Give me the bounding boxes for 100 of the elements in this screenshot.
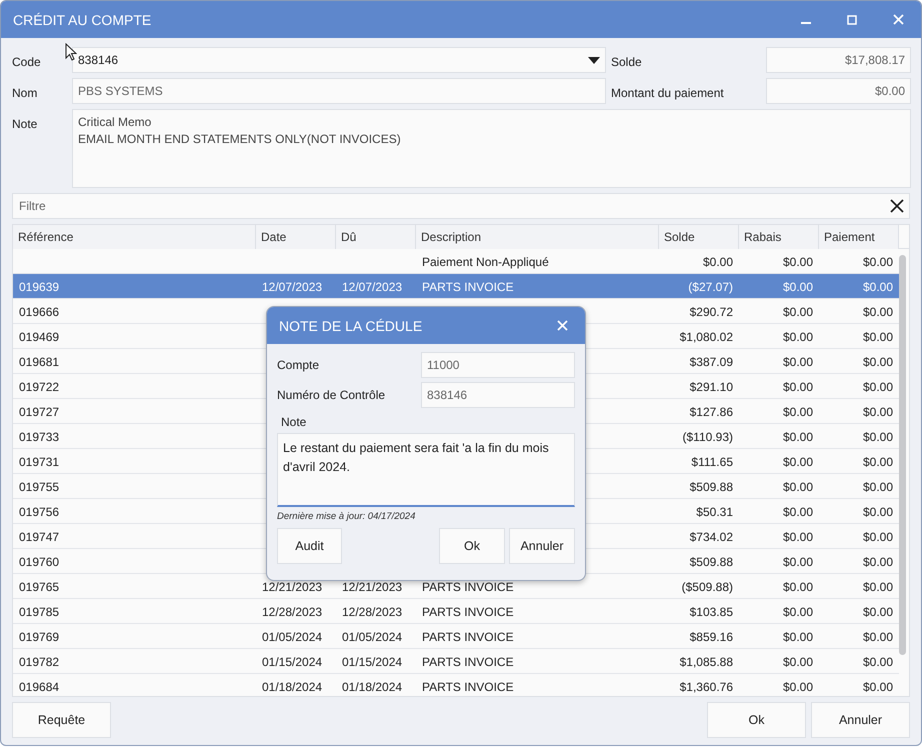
table-cell: PARTS INVOICE bbox=[422, 280, 514, 294]
table-cell: 01/18/2024 bbox=[342, 680, 402, 694]
table-row[interactable]: 019782 01/15/2024 01/15/2024 PARTS INVOICE $1,085.88 $0.00 $0.00 bbox=[13, 649, 899, 674]
window-title: CRÉDIT AU COMPTE bbox=[13, 12, 152, 28]
column-header[interactable]: Dû bbox=[336, 225, 416, 249]
table-cell: 01/18/2024 bbox=[262, 680, 322, 694]
code-dropdown[interactable]: 838146 bbox=[72, 47, 606, 73]
cancel-button[interactable]: Annuler bbox=[509, 528, 575, 564]
table-row[interactable]: 019785 12/28/2023 12/28/2023 PARTS INVOICE $103.85 $0.00 $0.00 bbox=[13, 599, 899, 624]
scrollbar[interactable] bbox=[899, 255, 906, 655]
table-cell: $0.00 bbox=[862, 255, 893, 269]
table-cell: $0.00 bbox=[862, 580, 893, 594]
table-cell: $387.09 bbox=[690, 355, 733, 369]
table-cell: $509.88 bbox=[690, 480, 733, 494]
table-cell: $859.16 bbox=[690, 630, 733, 644]
table-cell: 019731 bbox=[19, 455, 60, 469]
close-icon bbox=[892, 14, 904, 25]
amount-field: $0.00 bbox=[766, 78, 911, 104]
table-cell: $0.00 bbox=[862, 555, 893, 569]
table-cell: 019684 bbox=[19, 680, 60, 694]
field-label: Solde bbox=[610, 54, 643, 69]
table-cell: 019755 bbox=[19, 480, 60, 494]
table-cell: $509.88 bbox=[690, 555, 733, 569]
column-header[interactable]: Description bbox=[416, 225, 659, 249]
field-label: Montant du paiement bbox=[610, 85, 725, 100]
note-field[interactable]: Le restant du paiement sera fait 'a la fin du mois d'avril 2024. bbox=[277, 433, 575, 507]
table-cell: $0.00 bbox=[782, 655, 813, 669]
table-cell: $291.10 bbox=[690, 380, 733, 394]
table-cell: 12/21/2023 bbox=[262, 580, 322, 594]
table-cell: $0.00 bbox=[862, 455, 893, 469]
table-cell: 019733 bbox=[19, 430, 60, 444]
table-cell: ($110.93) bbox=[682, 430, 733, 444]
table-cell: PARTS INVOICE bbox=[422, 580, 514, 594]
table-cell: $0.00 bbox=[782, 280, 813, 294]
table-cell: $0.00 bbox=[862, 630, 893, 644]
table-cell: $0.00 bbox=[782, 555, 813, 569]
query-button[interactable]: Requête bbox=[12, 702, 111, 738]
cancel-button[interactable]: Annuler bbox=[811, 702, 910, 738]
audit-button[interactable]: Audit bbox=[277, 528, 342, 564]
field-label: Note bbox=[280, 415, 308, 429]
table-cell: PARTS INVOICE bbox=[422, 680, 514, 694]
table-cell: 019747 bbox=[19, 530, 60, 544]
column-header[interactable]: Référence bbox=[13, 225, 256, 249]
table-cell: 12/28/2023 bbox=[262, 605, 322, 619]
column-header[interactable]: Rabais bbox=[739, 225, 819, 249]
table-cell: $0.00 bbox=[782, 605, 813, 619]
field-label: Nom bbox=[12, 85, 38, 100]
table-cell: $0.00 bbox=[782, 580, 813, 594]
table-cell: 12/21/2023 bbox=[342, 580, 402, 594]
table-cell: $0.00 bbox=[862, 505, 893, 519]
table-cell: $290.72 bbox=[690, 305, 733, 319]
note-field: Critical Memo EMAIL MONTH END STATEMENTS ONLY(NOT INVOICES) bbox=[72, 109, 911, 188]
table-cell: $103.85 bbox=[690, 605, 733, 619]
table-cell: 019765 bbox=[19, 580, 60, 594]
table-cell: $1,085.88 bbox=[680, 655, 733, 669]
table-cell: $0.00 bbox=[862, 305, 893, 319]
table-cell: $0.00 bbox=[782, 330, 813, 344]
table-row[interactable]: 019639 12/07/2023 12/07/2023 PARTS INVOICE ($27.07) $0.00 $0.00 bbox=[13, 274, 899, 299]
table-row[interactable]: 019684 01/18/2024 01/18/2024 PARTS INVOICE $1,360.76 $0.00 $0.00 bbox=[13, 674, 899, 696]
maximize-icon bbox=[847, 14, 857, 24]
table-cell: $0.00 bbox=[702, 255, 733, 269]
control-number-field: 838146 bbox=[421, 382, 575, 408]
table-cell: $0.00 bbox=[862, 680, 893, 694]
table-cell: $0.00 bbox=[862, 280, 893, 294]
table-cell: 019756 bbox=[19, 505, 60, 519]
table-cell: $0.00 bbox=[782, 630, 813, 644]
table-cell: 019469 bbox=[19, 330, 60, 344]
table-cell: ($27.07) bbox=[688, 280, 733, 294]
table-cell: 12/28/2023 bbox=[342, 605, 402, 619]
table-cell: $0.00 bbox=[862, 355, 893, 369]
column-header[interactable]: Paiement bbox=[819, 225, 899, 249]
minimize-icon bbox=[801, 22, 811, 24]
table-cell: 12/07/2023 bbox=[342, 280, 402, 294]
table-cell: $0.00 bbox=[782, 405, 813, 419]
ok-button[interactable]: Ok bbox=[707, 702, 806, 738]
table-cell: $0.00 bbox=[862, 330, 893, 344]
column-header[interactable]: Date bbox=[256, 225, 336, 249]
balance-field: $17,808.17 bbox=[766, 47, 911, 73]
table-cell: 019782 bbox=[19, 655, 60, 669]
table-row[interactable]: 019769 01/05/2024 01/05/2024 PARTS INVOICE $859.16 $0.00 $0.00 bbox=[13, 624, 899, 649]
table-cell: $1,080.02 bbox=[680, 330, 733, 344]
table-cell: 019666 bbox=[19, 305, 60, 319]
last-updated-text: Dernière mise à jour: 04/17/2024 bbox=[277, 511, 416, 522]
table-cell: $0.00 bbox=[782, 380, 813, 394]
table-cell: $0.00 bbox=[862, 380, 893, 394]
field-label: Note bbox=[12, 117, 38, 131]
column-header[interactable]: Solde bbox=[659, 225, 739, 249]
table-cell: 019727 bbox=[19, 405, 60, 419]
table-cell: $0.00 bbox=[862, 530, 893, 544]
ok-button[interactable]: Ok bbox=[439, 528, 505, 564]
table-cell: 12/07/2023 bbox=[262, 280, 322, 294]
table-cell: 019639 bbox=[19, 280, 60, 294]
table-cell: Paiement Non-Appliqué bbox=[422, 255, 549, 269]
field-label: Compte bbox=[277, 358, 320, 372]
table-cell: $0.00 bbox=[862, 655, 893, 669]
table-cell: $0.00 bbox=[782, 505, 813, 519]
filter-field[interactable]: Filtre bbox=[12, 193, 910, 219]
field-label: Numéro de Contrôle bbox=[277, 388, 386, 402]
table-cell: $50.31 bbox=[696, 505, 733, 519]
table-cell: $0.00 bbox=[862, 430, 893, 444]
